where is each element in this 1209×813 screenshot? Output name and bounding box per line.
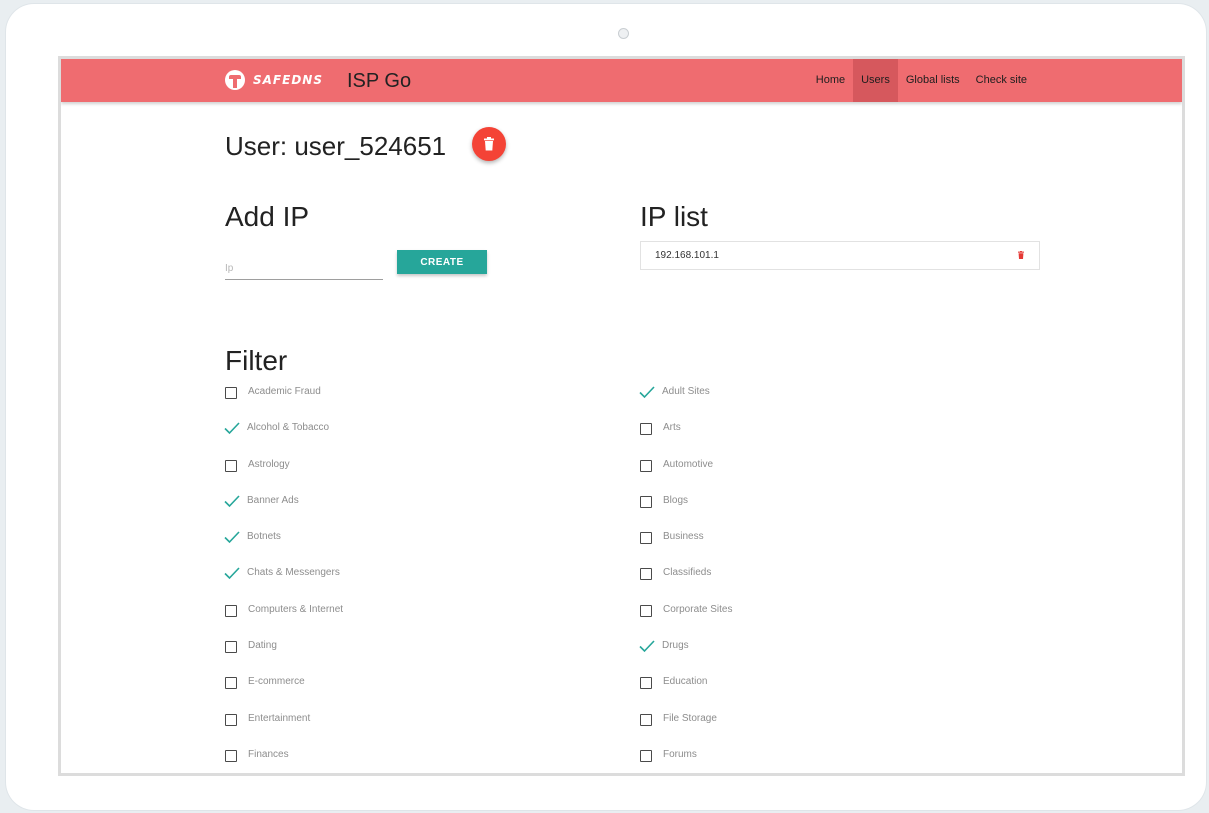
filter-item-adult-sites[interactable]: Adult Sites [639,385,732,421]
filter-item-arts[interactable]: Arts [640,421,732,457]
filter-label: Chats & Messengers [247,567,340,579]
checkbox-unchecked[interactable] [640,677,652,690]
page-title: User: user_524651 [225,131,447,161]
filter-item-academic-fraud[interactable]: Academic Fraud [225,385,343,421]
camera-dot [618,28,629,39]
filter-label: Education [663,676,708,688]
checkbox-unchecked[interactable] [225,387,237,399]
filter-item-forums[interactable]: Forums [640,748,732,773]
filter-label: Corporate Sites [663,603,733,615]
checkmark-icon[interactable] [224,494,240,508]
checkbox-unchecked[interactable] [225,749,237,762]
checkmark-icon[interactable] [224,530,240,544]
filter-item-finances[interactable]: Finances [225,748,343,773]
filter-item-astrology[interactable]: Astrology [225,458,343,494]
filter-label: Dating [248,640,277,652]
checkbox-unchecked[interactable] [225,641,237,654]
filter-label: Arts [663,422,681,434]
trash-icon [484,137,494,151]
checkmark-icon[interactable] [639,639,655,653]
checkbox-unchecked[interactable] [225,604,237,617]
checkbox-unchecked[interactable] [640,749,652,762]
filter-item-classifieds[interactable]: Classifieds [640,566,732,602]
filter-label: Entertainment [248,712,311,724]
filter-item-computers-and-internet[interactable]: Computers & Internet [225,603,343,639]
filter-item-dating[interactable]: Dating [225,639,343,675]
main-content: User: user_524651 Add IP CREATE IP list … [61,102,1182,773]
filter-label: E-commerce [248,676,305,688]
filter-label: Academic Fraud [248,386,321,397]
nav-check-site[interactable]: Check site [968,59,1035,102]
delete-user-button[interactable] [472,127,506,161]
filter-item-education[interactable]: Education [640,675,732,711]
tablet-frame: SAFEDNS ISP Go Home Users Global lists C… [6,4,1206,810]
app-screen: SAFEDNS ISP Go Home Users Global lists C… [58,56,1185,776]
filter-label: Computers & Internet [248,603,344,615]
filter-heading: Filter [225,345,288,376]
filter-label: Drugs [662,640,689,652]
filter-label: Automotive [663,458,714,470]
checkbox-unchecked[interactable] [640,495,652,508]
add-ip-heading: Add IP [225,201,310,232]
filter-item-drugs[interactable]: Drugs [639,639,732,675]
filter-item-alcohol-and-tobacco[interactable]: Alcohol & Tobacco [224,421,343,457]
filter-label: Alcohol & Tobacco [247,422,330,434]
filter-item-corporate-sites[interactable]: Corporate Sites [640,603,732,639]
top-nav: Home Users Global lists Check site [808,59,1035,102]
checkbox-unchecked[interactable] [640,604,652,617]
checkbox-unchecked[interactable] [640,459,652,472]
filter-item-banner-ads[interactable]: Banner Ads [224,494,343,530]
filter-item-botnets[interactable]: Botnets [224,530,343,566]
filter-item-business[interactable]: Business [640,530,732,566]
filter-column-right: Adult Sites Arts Automotive Blogs Business Cl… [639,385,732,773]
checkbox-unchecked[interactable] [640,568,652,581]
filter-item-e-commerce[interactable]: E-commerce [225,675,343,711]
filter-label: Banner Ads [247,494,299,506]
filter-label: Blogs [663,494,689,506]
checkmark-icon[interactable] [639,385,655,399]
checkbox-unchecked[interactable] [225,713,237,726]
nav-users[interactable]: Users [853,59,898,102]
filter-item-blogs[interactable]: Blogs [640,494,732,530]
checkbox-unchecked[interactable] [640,713,652,726]
filter-column-left: Academic Fraud Alcohol & Tobacco Astrology… [224,385,343,773]
app-bar: SAFEDNS ISP Go Home Users Global lists C… [61,59,1182,102]
delete-ip-trash-icon[interactable] [1018,251,1024,259]
filter-label: Finances [248,748,289,760]
ip-list-heading: IP list [640,201,708,232]
create-button[interactable]: CREATE [397,250,487,274]
filter-item-file-storage[interactable]: File Storage [640,712,732,748]
filter-label: File Storage [663,712,717,724]
nav-home[interactable]: Home [808,59,853,102]
filter-label: Forums [663,748,697,760]
nav-global-lists[interactable]: Global lists [898,59,968,102]
filter-item-entertainment[interactable]: Entertainment [225,712,343,748]
checkbox-unchecked[interactable] [225,459,237,472]
brand-logo[interactable]: SAFEDNS [225,69,323,91]
filter-label: Classifieds [663,567,712,579]
filter-label: Business [663,531,704,543]
filter-label: Adult Sites [662,386,710,397]
filter-label: Botnets [247,531,281,543]
checkmark-icon[interactable] [224,566,240,580]
checkbox-unchecked[interactable] [640,532,652,545]
brand-name: SAFEDNS [253,73,323,87]
checkbox-unchecked[interactable] [640,423,652,436]
ip-list-item: 192.168.101.1 [640,241,1040,270]
filter-item-chats-and-messengers[interactable]: Chats & Messengers [224,566,343,602]
safedns-logo-icon [225,70,245,90]
checkbox-unchecked[interactable] [225,677,237,690]
app-title: ISP Go [347,70,412,92]
checkmark-icon[interactable] [224,421,240,435]
ip-input[interactable] [225,257,383,280]
filter-item-automotive[interactable]: Automotive [640,458,732,494]
ip-address: 192.168.101.1 [655,250,719,261]
filter-label: Astrology [248,458,290,470]
